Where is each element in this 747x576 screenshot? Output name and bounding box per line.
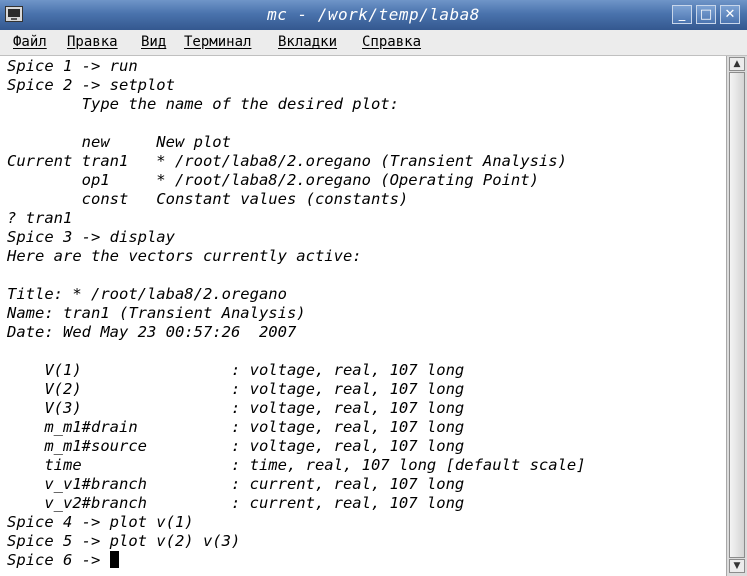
scrollbar-thumb[interactable] (729, 72, 745, 558)
terminal-line: Spice 4 -> plot v(1) (7, 513, 194, 531)
terminal-line: ? tran1 (7, 209, 73, 227)
terminal-output[interactable]: Spice 1 -> run Spice 2 -> setplot Type t… (0, 56, 726, 576)
minimize-button[interactable]: _ (672, 5, 692, 24)
terminal-line: Spice 3 -> display (7, 228, 175, 246)
menu-edit[interactable]: Правка (67, 34, 118, 50)
terminal-prompt-line[interactable]: Spice 6 -> (7, 551, 119, 570)
terminal-line: m_m1#source : voltage, real, 107 long (7, 437, 465, 455)
terminal-line: Spice 5 -> plot v(2) v(3) (7, 532, 241, 550)
vertical-scrollbar[interactable]: ▲ ▼ (726, 56, 747, 576)
terminal-line: Spice 2 -> setplot (7, 76, 175, 94)
close-button[interactable]: ✕ (720, 5, 740, 24)
terminal-line: Title: * /root/laba8/2.oregano (7, 285, 287, 303)
terminal-line: V(1) : voltage, real, 107 long (7, 361, 465, 379)
terminal-line: new New plot (7, 133, 231, 151)
terminal-line: m_m1#drain : voltage, real, 107 long (7, 418, 465, 436)
terminal-line: Date: Wed May 23 00:57:26 2007 (7, 323, 297, 341)
text-cursor (109, 551, 119, 568)
terminal-line: Here are the vectors currently active: (7, 247, 362, 265)
terminal-line: V(2) : voltage, real, 107 long (7, 380, 465, 398)
terminal-line: v_v1#branch : current, real, 107 long (7, 475, 465, 493)
menu-tabs[interactable]: Вкладки (278, 34, 337, 50)
prompt-text: Spice 6 -> (7, 551, 110, 569)
terminal-line: v_v2#branch : current, real, 107 long (7, 494, 465, 512)
scroll-down-icon[interactable]: ▼ (729, 559, 745, 573)
terminal-line: Current tran1 * /root/laba8/2.oregano (T… (7, 152, 567, 170)
title-bar[interactable]: mc - /work/temp/laba8 _ □ ✕ (0, 0, 747, 31)
menu-terminal[interactable]: Терминал (184, 34, 251, 50)
menu-file[interactable]: Файл (13, 34, 47, 50)
terminal-line: Type the name of the desired plot: (7, 95, 399, 113)
terminal-line: const Constant values (constants) (7, 190, 409, 208)
menu-view[interactable]: Вид (141, 34, 166, 50)
terminal-line: Name: tran1 (Transient Analysis) (7, 304, 306, 322)
terminal-line: Spice 1 -> run (7, 57, 138, 75)
maximize-button[interactable]: □ (696, 5, 716, 24)
menu-bar: Файл Правка Вид Терминал Вкладки Справка (0, 30, 747, 56)
terminal-line: V(3) : voltage, real, 107 long (7, 399, 465, 417)
window-title: mc - /work/temp/laba8 (267, 5, 480, 24)
menu-help[interactable]: Справка (362, 34, 421, 50)
terminal-line: op1 * /root/laba8/2.oregano (Operating P… (7, 171, 539, 189)
terminal-line: time : time, real, 107 long [default sca… (7, 456, 586, 474)
scroll-up-icon[interactable]: ▲ (729, 57, 745, 71)
